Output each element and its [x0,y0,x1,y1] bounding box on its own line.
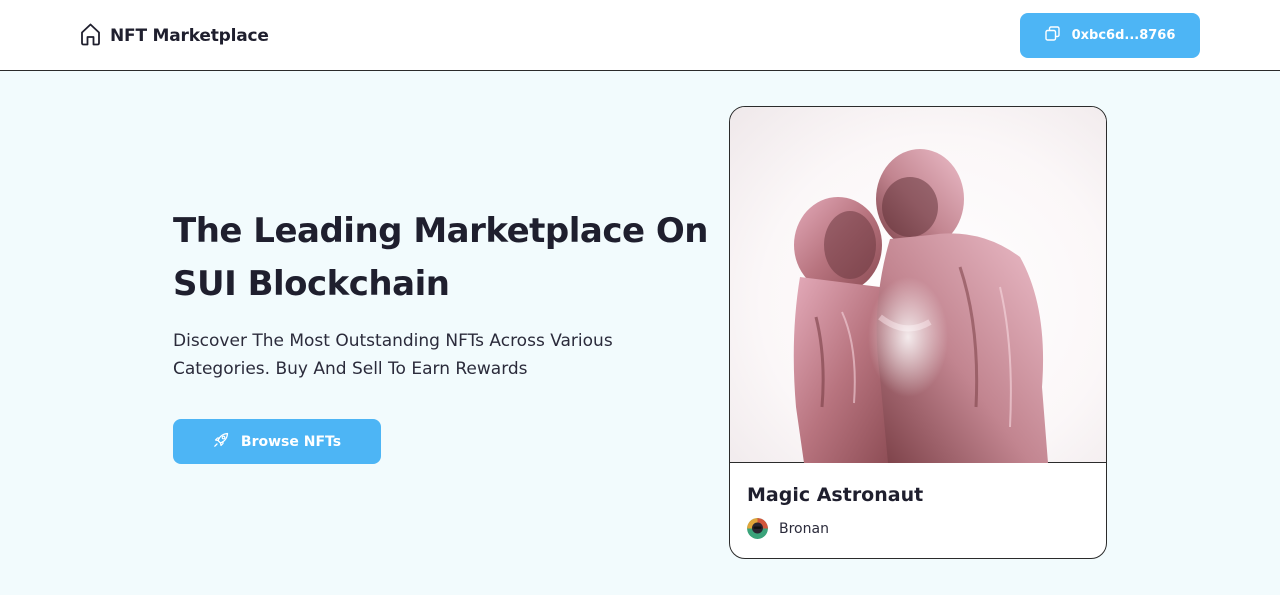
creator-avatar [747,518,768,539]
creator-name: Bronan [779,520,829,537]
rocket-icon [213,432,229,452]
nft-image [730,107,1106,463]
astronaut-illustration [793,149,1048,463]
hero-subtitle: Discover The Most Outstanding NFTs Acros… [173,327,653,383]
nft-title: Magic Astronaut [747,484,924,506]
copy-icon [1044,26,1060,45]
headline-line-2: SUI Blockchain [173,264,450,304]
wallet-address-button[interactable]: 0xbc6d...8766 [1020,13,1200,58]
headline-line-1: The Leading Marketplace On [173,211,708,251]
home-icon [80,22,101,50]
top-navbar: NFT Marketplace 0xbc6d...8766 [0,0,1280,71]
browse-nfts-button[interactable]: Browse NFTs [173,419,381,464]
brand-title: NFT Marketplace [110,26,269,46]
featured-nft-card[interactable]: Magic Astronaut Bronan [729,106,1107,559]
browse-nfts-label: Browse NFTs [240,433,342,450]
subtitle-line-1: Discover The Most Outstanding NFTs Acros… [173,331,613,351]
brand[interactable]: NFT Marketplace [80,22,269,50]
hero-headline: The Leading Marketplace On SUI Blockchai… [173,205,713,311]
nft-creator[interactable]: Bronan [747,518,829,539]
subtitle-line-2: Categories. Buy And Sell To Earn Rewards [173,359,528,379]
wallet-address: 0xbc6d...8766 [1071,28,1176,43]
